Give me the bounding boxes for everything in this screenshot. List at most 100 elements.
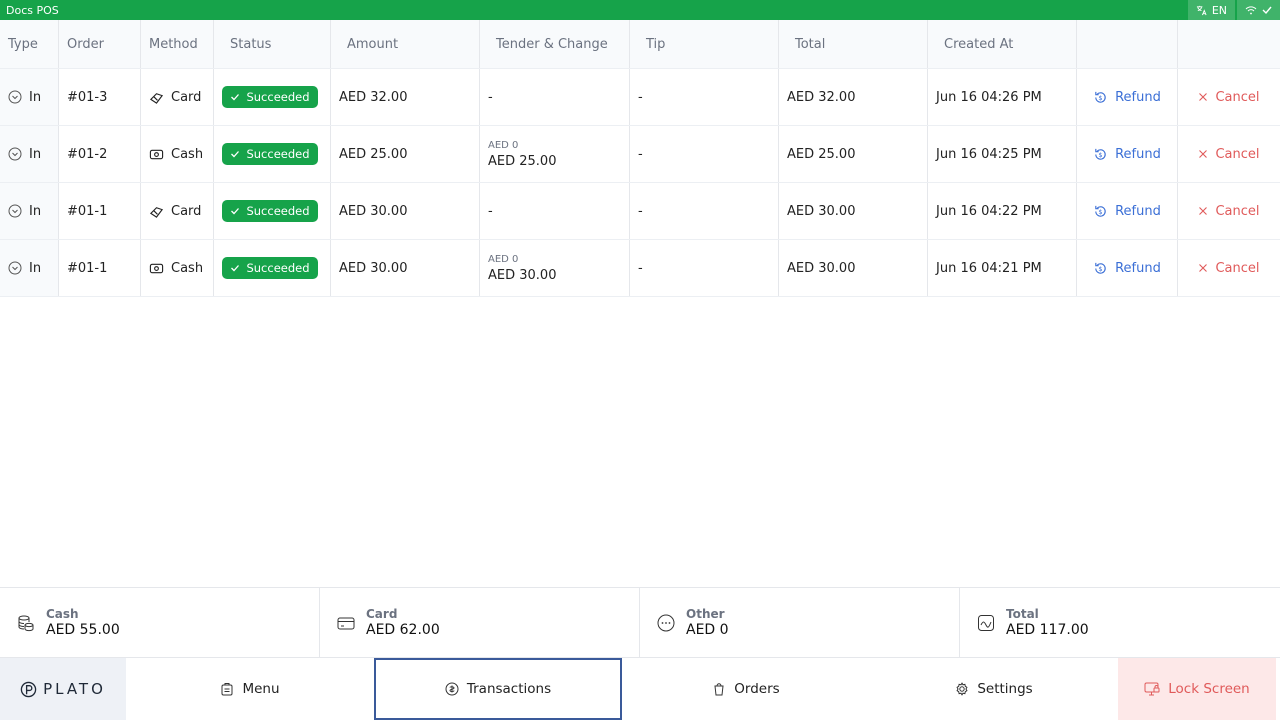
summary-total-value: AED 117.00 bbox=[1006, 622, 1089, 638]
method-label: Cash bbox=[171, 260, 204, 276]
status-badge: Succeeded bbox=[222, 86, 318, 108]
close-icon bbox=[1198, 92, 1208, 102]
summary-total-label: Total bbox=[1006, 607, 1039, 621]
settings-icon bbox=[955, 682, 969, 696]
header-amount: Amount bbox=[331, 20, 480, 68]
nav-menu[interactable]: Menu bbox=[126, 658, 374, 720]
lock-screen-button[interactable]: Lock Screen bbox=[1118, 658, 1276, 720]
cell-tender-change: - bbox=[480, 183, 630, 239]
cash-icon bbox=[149, 261, 164, 276]
cell-method: Card bbox=[141, 69, 214, 125]
refund-button[interactable]: $ Refund bbox=[1077, 183, 1178, 239]
close-icon bbox=[1198, 263, 1208, 273]
check-icon bbox=[230, 92, 240, 102]
status-badge: Succeeded bbox=[222, 200, 318, 222]
logo-text: PLATO bbox=[43, 680, 106, 698]
status-badge: Succeeded bbox=[222, 143, 318, 165]
status-badge: Succeeded bbox=[222, 257, 318, 279]
change-amount: AED 30.00 bbox=[488, 267, 557, 283]
payment-summary: Cash AED 55.00 Card AED 62.00 Other AED … bbox=[0, 587, 1280, 657]
status-label: Succeeded bbox=[246, 261, 310, 275]
tender-amount: AED 0 bbox=[488, 139, 519, 151]
incoming-icon bbox=[8, 90, 22, 104]
header-actions-2 bbox=[1178, 20, 1280, 68]
cell-type: In bbox=[0, 126, 59, 182]
title-bar-left: Docs POS bbox=[0, 4, 59, 17]
refund-label: Refund bbox=[1115, 260, 1161, 276]
cancel-button[interactable]: Cancel bbox=[1178, 126, 1280, 182]
cell-status: Succeeded bbox=[214, 126, 331, 182]
header-order: Order bbox=[59, 20, 141, 68]
cell-created-at: Jun 16 04:21 PM bbox=[928, 240, 1077, 296]
cell-type: In bbox=[0, 240, 59, 296]
cell-order: #01-3 bbox=[59, 69, 141, 125]
refund-icon: $ bbox=[1093, 204, 1108, 219]
svg-text:$: $ bbox=[1099, 150, 1103, 158]
cancel-label: Cancel bbox=[1215, 203, 1260, 219]
nav-transactions[interactable]: Transactions bbox=[374, 658, 622, 720]
cancel-button[interactable]: Cancel bbox=[1178, 240, 1280, 296]
cell-amount: AED 30.00 bbox=[331, 183, 480, 239]
summary-card-value: AED 62.00 bbox=[366, 622, 440, 638]
credit-card-icon bbox=[336, 613, 356, 633]
table-row[interactable]: In #01-1 Card Succeeded AED 30.00- - AED 30.00… bbox=[0, 183, 1280, 240]
refund-button[interactable]: $ Refund bbox=[1077, 69, 1178, 125]
lock-screen-label: Lock Screen bbox=[1168, 681, 1250, 697]
cell-order: #01-1 bbox=[59, 240, 141, 296]
cancel-label: Cancel bbox=[1215, 89, 1260, 105]
summary-other-label: Other bbox=[686, 607, 725, 621]
nav-orders[interactable]: Orders bbox=[622, 658, 870, 720]
change-amount: - bbox=[488, 89, 493, 105]
table-row[interactable]: In #01-1 Cash Succeeded AED 30.00 AED 0 AED 30… bbox=[0, 240, 1280, 297]
refund-button[interactable]: $ Refund bbox=[1077, 126, 1178, 182]
header-actions bbox=[1077, 20, 1178, 68]
check-icon bbox=[230, 149, 240, 159]
close-icon bbox=[1198, 149, 1208, 159]
cell-total: AED 25.00 bbox=[779, 126, 928, 182]
language-switch[interactable]: EN bbox=[1187, 0, 1235, 20]
incoming-icon bbox=[8, 204, 22, 218]
plato-logo-icon bbox=[20, 681, 37, 698]
menu-icon bbox=[220, 682, 234, 696]
header-status: Status bbox=[214, 20, 331, 68]
cell-status: Succeeded bbox=[214, 69, 331, 125]
summary-cash-value: AED 55.00 bbox=[46, 622, 120, 638]
transactions-icon bbox=[445, 682, 459, 696]
cell-created-at: Jun 16 04:25 PM bbox=[928, 126, 1077, 182]
check-icon bbox=[230, 263, 240, 273]
cell-method: Card bbox=[141, 183, 214, 239]
summary-card-label: Card bbox=[366, 607, 398, 621]
svg-text:$: $ bbox=[1099, 264, 1103, 272]
plato-logo: PLATO bbox=[0, 658, 126, 720]
svg-text:$: $ bbox=[1099, 93, 1103, 101]
cell-amount: AED 25.00 bbox=[331, 126, 480, 182]
summary-card: Card AED 62.00 bbox=[320, 588, 640, 657]
svg-text:$: $ bbox=[1099, 207, 1103, 215]
cell-created-at: Jun 16 04:26 PM bbox=[928, 69, 1077, 125]
cell-method: Cash bbox=[141, 240, 214, 296]
wifi-icon bbox=[1245, 5, 1257, 15]
cancel-button[interactable]: Cancel bbox=[1178, 183, 1280, 239]
table-row[interactable]: In #01-3 Card Succeeded AED 32.00- - AED 32.00… bbox=[0, 69, 1280, 126]
nav-settings[interactable]: Settings bbox=[870, 658, 1118, 720]
type-label: In bbox=[29, 146, 42, 162]
check-icon bbox=[230, 206, 240, 216]
cancel-button[interactable]: Cancel bbox=[1178, 69, 1280, 125]
cell-type: In bbox=[0, 69, 59, 125]
header-tender-change: Tender & Change bbox=[480, 20, 630, 68]
check-icon bbox=[1262, 5, 1272, 15]
status-label: Succeeded bbox=[246, 90, 310, 104]
cell-tender-change: AED 0 AED 25.00 bbox=[480, 126, 630, 182]
tender-amount: AED 0 bbox=[488, 253, 519, 265]
cell-status: Succeeded bbox=[214, 240, 331, 296]
status-label: Succeeded bbox=[246, 147, 310, 161]
header-method: Method bbox=[141, 20, 214, 68]
header-total: Total bbox=[779, 20, 928, 68]
refund-button[interactable]: $ Refund bbox=[1077, 240, 1178, 296]
refund-icon: $ bbox=[1093, 90, 1108, 105]
method-label: Cash bbox=[171, 146, 204, 162]
table-row[interactable]: In #01-2 Cash Succeeded AED 25.00 AED 0 AED 25… bbox=[0, 126, 1280, 183]
bottom-navigation: PLATO Menu Transactions Orders Settings … bbox=[0, 657, 1280, 720]
cell-amount: AED 32.00 bbox=[331, 69, 480, 125]
app-title: Docs POS bbox=[6, 3, 59, 17]
